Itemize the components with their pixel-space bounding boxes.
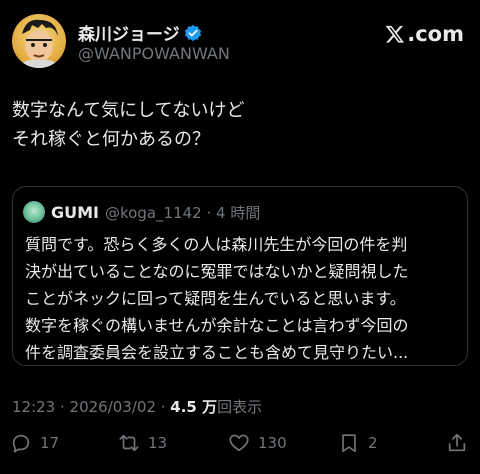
heart-icon: [229, 434, 249, 452]
repost-button[interactable]: 13: [118, 432, 167, 454]
verified-badge-icon: [184, 24, 201, 41]
action-bar: 17 13 130 2: [10, 432, 470, 460]
like-count: 130: [258, 434, 287, 452]
brand-text: .com: [407, 22, 464, 46]
quoted-text-line: ことがネックに回って疑問を生んでいると思います。: [25, 289, 406, 308]
view-label: 回表示: [217, 398, 263, 416]
bookmark-icon: [342, 434, 356, 453]
quoted-text-line: 質問です。恐らく多くの人は森川先生が今回の件を判: [25, 235, 408, 254]
quoted-text-line: 決が出ていることなのに冤罪ではないかと疑問視した: [25, 262, 409, 281]
bookmark-count: 2: [368, 434, 378, 452]
quoted-author-avatar: [23, 201, 45, 223]
quoted-author-name: GUMI: [51, 202, 99, 222]
share-icon: [448, 433, 466, 452]
post-metadata: 12:23 · 2026/03/02 · 4.5 万回表示: [12, 396, 262, 417]
author-display-name[interactable]: 森川ジョージ: [78, 20, 180, 45]
bookmark-button[interactable]: 2: [338, 432, 378, 454]
post-text-line: 数字なんて気にしてないけど: [12, 100, 245, 121]
post-text-line: それ稼ぐと何かあるの？: [12, 129, 210, 150]
author-name-row: 森川ジョージ: [78, 20, 202, 45]
quoted-text-line: 件を調査委員会を設立することも含めて見守りたい...: [25, 343, 409, 362]
quoted-post[interactable]: GUMI @koga_1142 · 4 時間 質問です。恐らく多くの人は森川先生…: [12, 186, 468, 366]
quoted-post-text: 質問です。恐らく多くの人は森川先生が今回の件を判 決が出ていることなのに冤罪では…: [25, 231, 457, 366]
author-handle[interactable]: @WANPOWANWAN: [78, 44, 230, 63]
reply-count: 17: [40, 434, 60, 452]
repost-count: 13: [148, 434, 168, 452]
cartoon-avatar-icon: [20, 19, 58, 68]
author-avatar[interactable]: [12, 14, 66, 68]
view-count: 4.5 万: [170, 398, 218, 416]
post-text: 数字なんて気にしてないけど それ稼ぐと何かあるの？: [12, 96, 468, 154]
post-header: 森川ジョージ @WANPOWANWAN .com: [12, 14, 468, 70]
repost-icon: [119, 434, 139, 452]
brand-logo: .com: [385, 22, 464, 46]
quoted-text-line: 数字を稼ぐの構いませんが余計なことは言わず今回の: [25, 316, 409, 335]
quoted-post-header: GUMI @koga_1142 · 4 時間: [23, 201, 260, 223]
like-button[interactable]: 130: [228, 432, 287, 454]
share-button[interactable]: [446, 432, 468, 454]
reply-button[interactable]: 17: [10, 432, 59, 454]
reply-icon: [12, 434, 30, 453]
post-timestamp[interactable]: 12:23 · 2026/03/02 ·: [12, 398, 170, 416]
x-logo-icon: [385, 25, 405, 43]
quoted-author-meta: @koga_1142 · 4 時間: [105, 203, 261, 222]
